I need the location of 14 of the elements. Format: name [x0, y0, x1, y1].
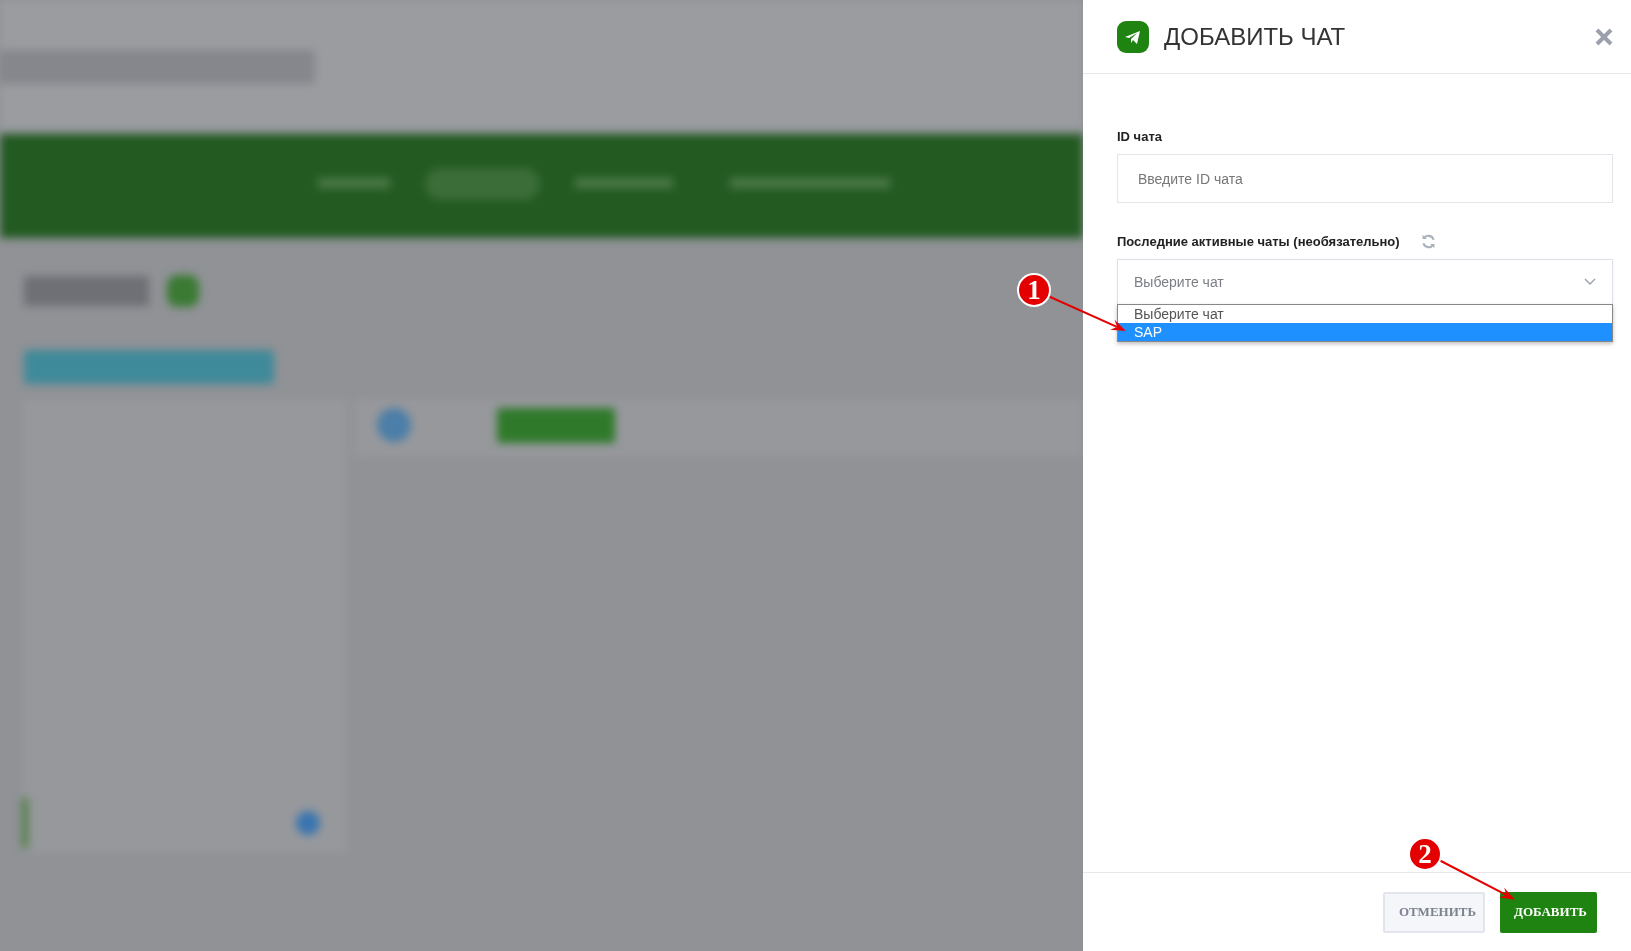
panel-title: ДОБАВИТЬ ЧАТ: [1164, 22, 1347, 51]
chevron-down-icon: [1584, 278, 1596, 286]
close-button[interactable]: [1595, 27, 1613, 46]
refresh-icon[interactable]: [1419, 232, 1437, 250]
dropdown-option[interactable]: Выберите чат: [1118, 305, 1612, 323]
dropdown-option[interactable]: SAP: [1118, 323, 1612, 341]
chat-id-field[interactable]: Введите ID чата: [1117, 154, 1613, 203]
field-label: Последние активные чаты (необязательно): [1117, 233, 1400, 249]
add-button[interactable]: ДОБАВИТЬ: [1500, 891, 1597, 933]
paper-plane-icon: [1117, 20, 1149, 53]
step-number-badge: 1: [1017, 273, 1051, 307]
field-label: ID чата: [1117, 128, 1162, 144]
cancel-button[interactable]: ОТМЕНИТЬ: [1383, 891, 1485, 933]
step-number-badge: 2: [1408, 837, 1442, 871]
